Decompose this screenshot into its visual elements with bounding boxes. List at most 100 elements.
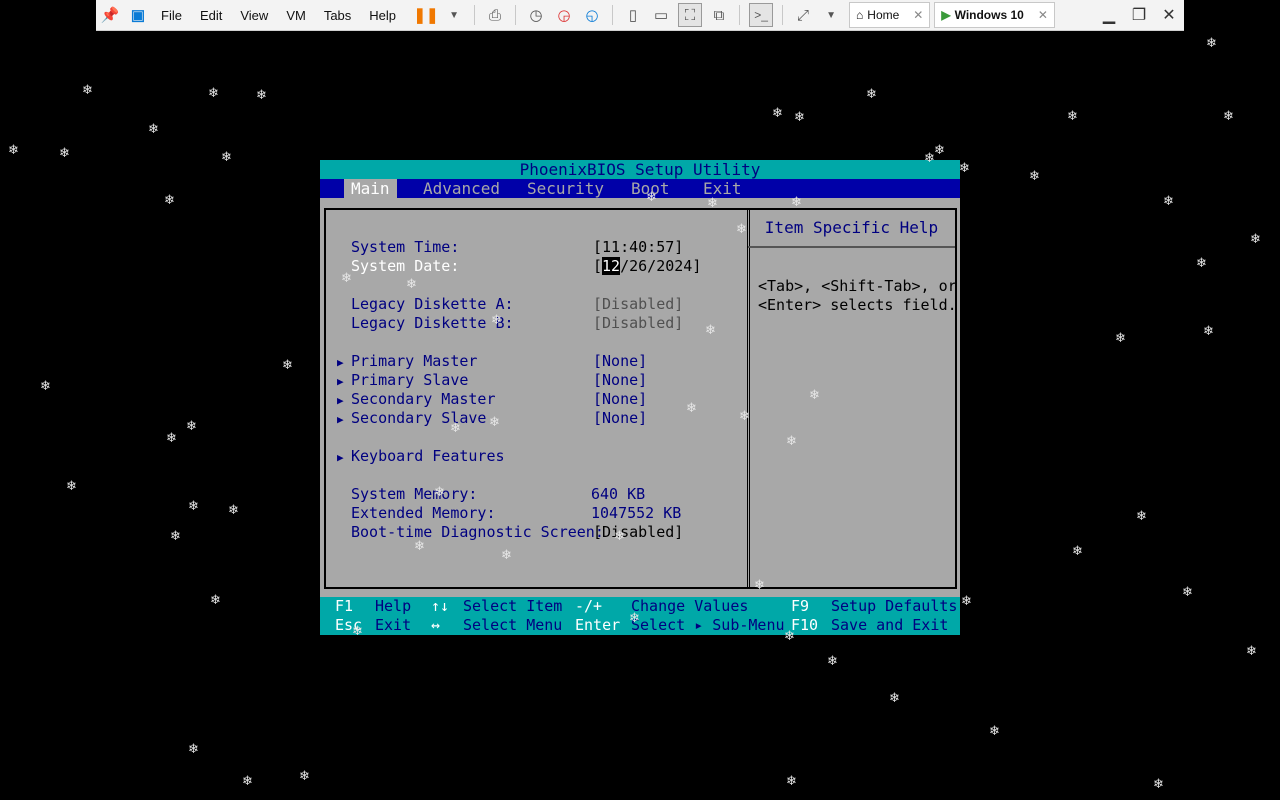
snowflake-icon: ❄ [1250, 232, 1261, 247]
snowflake-icon: ❄ [221, 150, 232, 165]
boot-diagnostic-value[interactable]: [Disabled] [593, 523, 683, 541]
key-leftright: ↔ [431, 616, 441, 634]
close-icon[interactable]: ✕ [1038, 8, 1048, 22]
menu-vm[interactable]: VM [277, 8, 315, 23]
secondary-master-value: [None] [593, 390, 648, 408]
snowflake-icon: ❄ [1029, 169, 1040, 184]
fullscreen-icon[interactable]: ⛶ [678, 3, 703, 27]
snowflake-icon: ❄ [1196, 256, 1207, 271]
key-f9: F9 [791, 597, 810, 615]
home-icon: ⌂ [856, 8, 864, 22]
secondary-master-label[interactable]: Secondary Master [351, 390, 496, 408]
snowflake-icon: ❄ [786, 434, 797, 449]
snowflake-icon: ❄ [186, 419, 197, 434]
menu-advanced[interactable]: Advanced [416, 179, 507, 198]
system-date-value[interactable]: [12/26/2024] [593, 257, 701, 275]
snowflake-icon: ❄ [299, 769, 310, 784]
vmware-toolbar: 📌 ▣ File Edit View VM Tabs Help ❚❚ ▼ ⎙ ◷… [96, 0, 1184, 31]
send-keys-icon[interactable]: ⎙ [484, 4, 506, 26]
snapshot-icon[interactable]: ◷ [525, 4, 547, 26]
vmware-logo-icon[interactable]: ▣ [127, 4, 149, 26]
snapshot-manager-icon[interactable]: ◵ [581, 4, 603, 26]
snowflake-icon: ❄ [242, 774, 253, 789]
close-icon[interactable]: ✕ [913, 8, 923, 22]
submenu-arrow-icon: ▶ [337, 394, 344, 407]
extended-memory-label: Extended Memory: [351, 504, 496, 522]
snowflake-icon: ❄ [686, 401, 697, 416]
primary-slave-label[interactable]: Primary Slave [351, 371, 468, 389]
keyboard-features-label[interactable]: Keyboard Features [351, 447, 505, 465]
snowflake-icon: ❄ [739, 409, 750, 424]
menu-security[interactable]: Security [520, 179, 611, 198]
snowflake-icon: ❄ [1136, 509, 1147, 524]
snowflake-icon: ❄ [961, 594, 972, 609]
menu-edit[interactable]: Edit [191, 8, 231, 23]
snowflake-icon: ❄ [707, 196, 718, 211]
dropdown-icon[interactable]: ▼ [443, 4, 465, 26]
legacy-diskette-a-value[interactable]: [Disabled] [593, 295, 683, 313]
stretch-icon[interactable]: ⤢ [792, 4, 814, 26]
snowflake-icon: ❄ [809, 388, 820, 403]
help-title: Item Specific Help [748, 210, 955, 248]
key-updown: ↑↓ [431, 597, 450, 615]
key-f10-desc: Save and Exit [831, 616, 949, 634]
snowflake-icon: ❄ [1163, 194, 1174, 209]
submenu-arrow-icon: ▶ [337, 375, 344, 388]
bios-title: PhoenixBIOS Setup Utility [320, 160, 960, 179]
main-settings-panel: System Time: [11:40:57] System Date: [12… [324, 208, 750, 589]
pin-icon[interactable]: 📌 [99, 4, 121, 26]
snowflake-icon: ❄ [1246, 644, 1257, 659]
bios-menu-bar: Main Advanced Security Boot Exit [320, 179, 960, 198]
tab-home[interactable]: ⌂ Home ✕ [849, 2, 931, 28]
system-time-value[interactable]: [11:40:57] [593, 238, 683, 256]
menu-exit[interactable]: Exit [696, 179, 749, 198]
menu-file[interactable]: File [152, 8, 191, 23]
snowflake-icon: ❄ [772, 106, 783, 121]
toolbar-divider [612, 5, 614, 25]
system-memory-label: System Memory: [351, 485, 478, 503]
toolbar-divider [739, 5, 741, 25]
snowflake-icon: ❄ [489, 415, 500, 430]
primary-master-label[interactable]: Primary Master [351, 352, 477, 370]
tab-windows-10[interactable]: ▶ Windows 10 ✕ [934, 2, 1055, 28]
dropdown-icon[interactable]: ▼ [820, 4, 842, 26]
console-icon[interactable]: >_ [749, 3, 774, 27]
help-text: <Tab>, <Shift-Tab>, or <Enter> selects f… [758, 277, 957, 314]
sidebar-icon[interactable]: ▯ [622, 4, 644, 26]
key-plusminus: -/+ [575, 597, 603, 615]
key-enter-desc: Select ▸ Sub-Menu [631, 616, 785, 634]
window-close-icon[interactable]: ✕ [1154, 5, 1184, 25]
snowflake-icon: ❄ [148, 122, 159, 137]
snowflake-icon: ❄ [450, 421, 461, 436]
legacy-diskette-b-value[interactable]: [Disabled] [593, 314, 683, 332]
snowflake-icon: ❄ [414, 539, 425, 554]
menu-help[interactable]: Help [360, 8, 405, 23]
toolbar-divider [515, 5, 517, 25]
pause-icon[interactable]: ❚❚ [413, 4, 438, 26]
snowflake-icon: ❄ [784, 629, 795, 644]
snowflake-icon: ❄ [256, 88, 267, 103]
snowflake-icon: ❄ [1115, 331, 1126, 346]
tab-label: Home [867, 8, 900, 22]
snowflake-icon: ❄ [791, 195, 802, 210]
menu-view[interactable]: View [231, 8, 277, 23]
secondary-slave-label[interactable]: Secondary Slave [351, 409, 486, 427]
revert-snapshot-icon[interactable]: ◶ [553, 4, 575, 26]
snowflake-icon: ❄ [434, 485, 445, 500]
legacy-diskette-a-label: Legacy Diskette A: [351, 295, 514, 313]
snowflake-icon: ❄ [934, 143, 945, 158]
thumbnail-icon[interactable]: ▭ [650, 4, 672, 26]
snowflake-icon: ❄ [341, 271, 352, 286]
key-plusminus-desc: Change Values [631, 597, 749, 615]
minimize-icon[interactable]: ▁ [1094, 5, 1124, 25]
submenu-arrow-icon: ▶ [337, 413, 344, 426]
restore-icon[interactable]: ❐ [1124, 5, 1154, 25]
unity-icon[interactable]: ⧉ [708, 4, 730, 26]
date-month-cursor[interactable]: 12 [602, 257, 621, 275]
key-f1-desc: Help [375, 597, 412, 615]
menu-main[interactable]: Main [344, 179, 397, 198]
snowflake-icon: ❄ [164, 193, 175, 208]
snowflake-icon: ❄ [1153, 777, 1164, 792]
snowflake-icon: ❄ [1067, 109, 1078, 124]
menu-tabs[interactable]: Tabs [315, 8, 360, 23]
